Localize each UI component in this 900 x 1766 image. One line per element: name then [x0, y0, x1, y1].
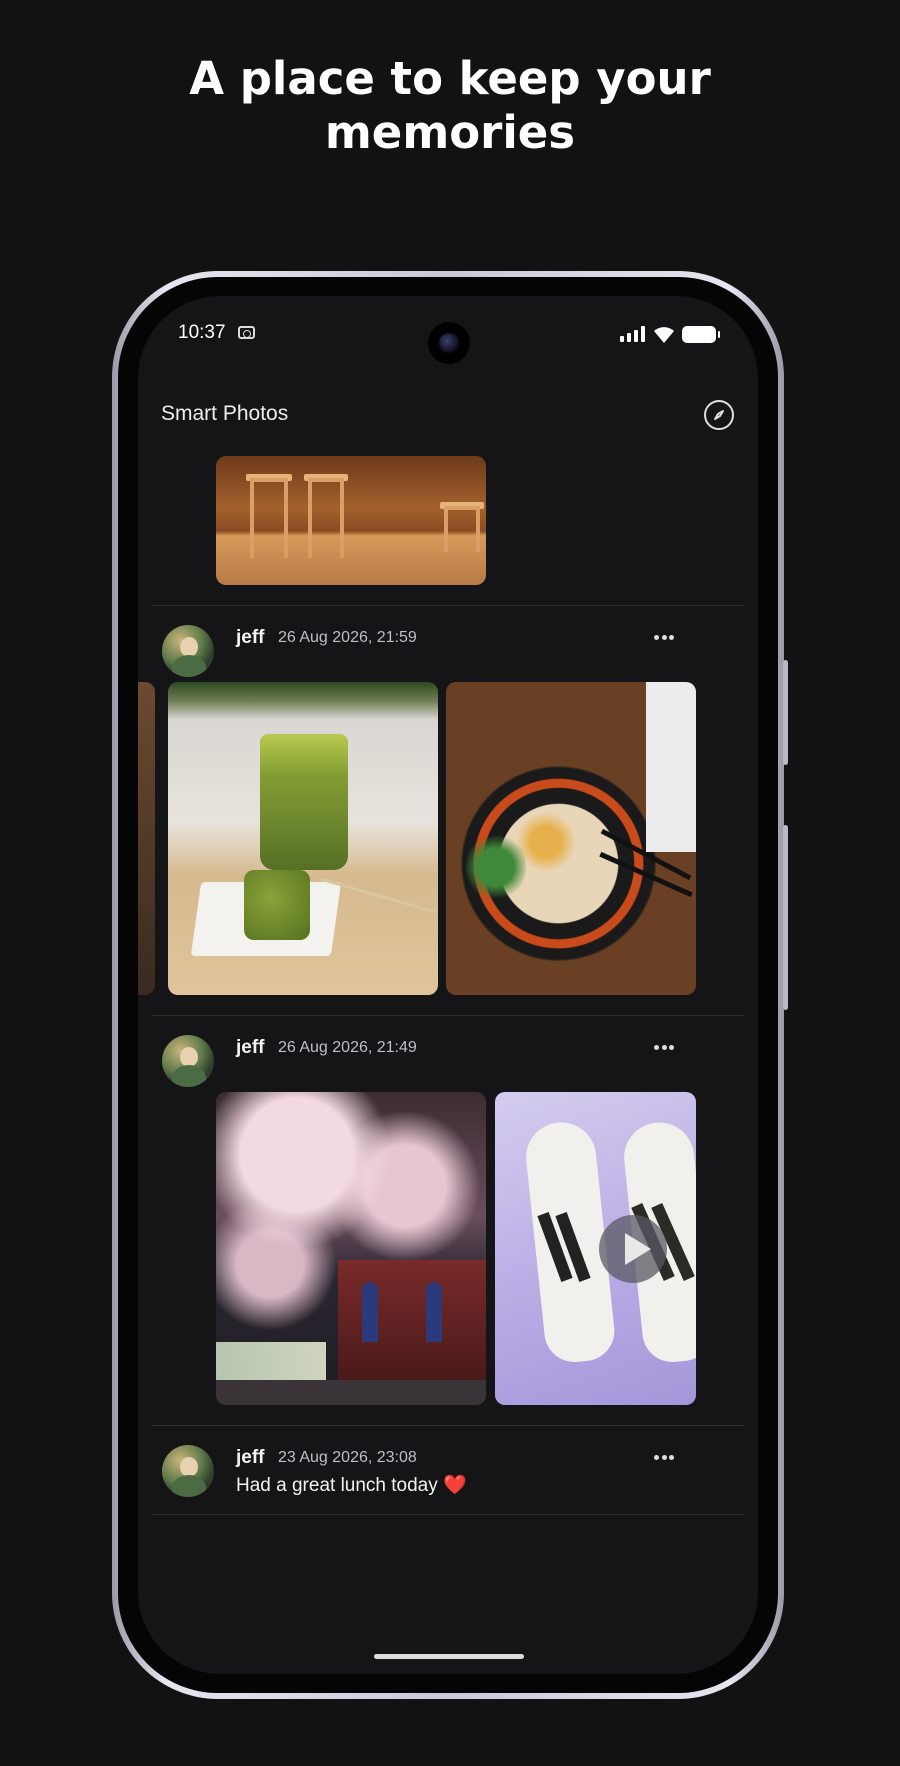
- post-username[interactable]: jeff: [236, 1447, 265, 1469]
- compass-icon[interactable]: [704, 400, 734, 430]
- post-divider: [152, 1425, 744, 1426]
- post-divider: [152, 1514, 744, 1515]
- photo-cherry-blossoms[interactable]: [216, 1092, 486, 1405]
- signal-icon: [620, 326, 645, 342]
- photo-ramen[interactable]: [446, 682, 696, 995]
- post-text: Had a great lunch today ❤️: [236, 1475, 467, 1496]
- post-username[interactable]: jeff: [236, 627, 265, 649]
- post-date: 26 Aug 2026, 21:49: [278, 1039, 417, 1056]
- more-options-icon[interactable]: [654, 1455, 674, 1461]
- home-indicator[interactable]: [374, 1654, 524, 1659]
- side-button-lower: [783, 825, 788, 1010]
- battery-icon: [682, 326, 720, 343]
- play-icon[interactable]: [599, 1215, 667, 1283]
- phone-screen: 10:37 Smart Photos jeff 26 Aug 2026, 21:…: [138, 296, 758, 1674]
- side-button-upper: [783, 660, 788, 765]
- avatar[interactable]: [162, 1035, 214, 1087]
- photo-sneakers-video[interactable]: [495, 1092, 696, 1405]
- avatar[interactable]: [162, 625, 214, 677]
- post-divider: [152, 605, 744, 606]
- status-time: 10:37: [178, 322, 226, 343]
- post-username[interactable]: jeff: [236, 1037, 265, 1059]
- screenshot-camera-icon: [238, 326, 255, 339]
- headline-line-1: A place to keep your: [189, 52, 711, 105]
- app-title: Smart Photos: [161, 402, 289, 425]
- photo-wood-stools[interactable]: [216, 456, 486, 585]
- post-divider: [152, 1015, 744, 1016]
- front-camera: [428, 322, 470, 364]
- post-date: 26 Aug 2026, 21:59: [278, 629, 417, 646]
- avatar[interactable]: [162, 1445, 214, 1497]
- photo-partial-left[interactable]: [138, 682, 155, 995]
- wifi-icon: [652, 324, 676, 348]
- more-options-icon[interactable]: [654, 635, 674, 641]
- more-options-icon[interactable]: [654, 1045, 674, 1051]
- post-date: 23 Aug 2026, 23:08: [278, 1449, 417, 1466]
- photo-matcha[interactable]: [168, 682, 438, 995]
- headline-line-2: memories: [324, 106, 576, 159]
- headline: A place to keep your memories: [0, 52, 900, 160]
